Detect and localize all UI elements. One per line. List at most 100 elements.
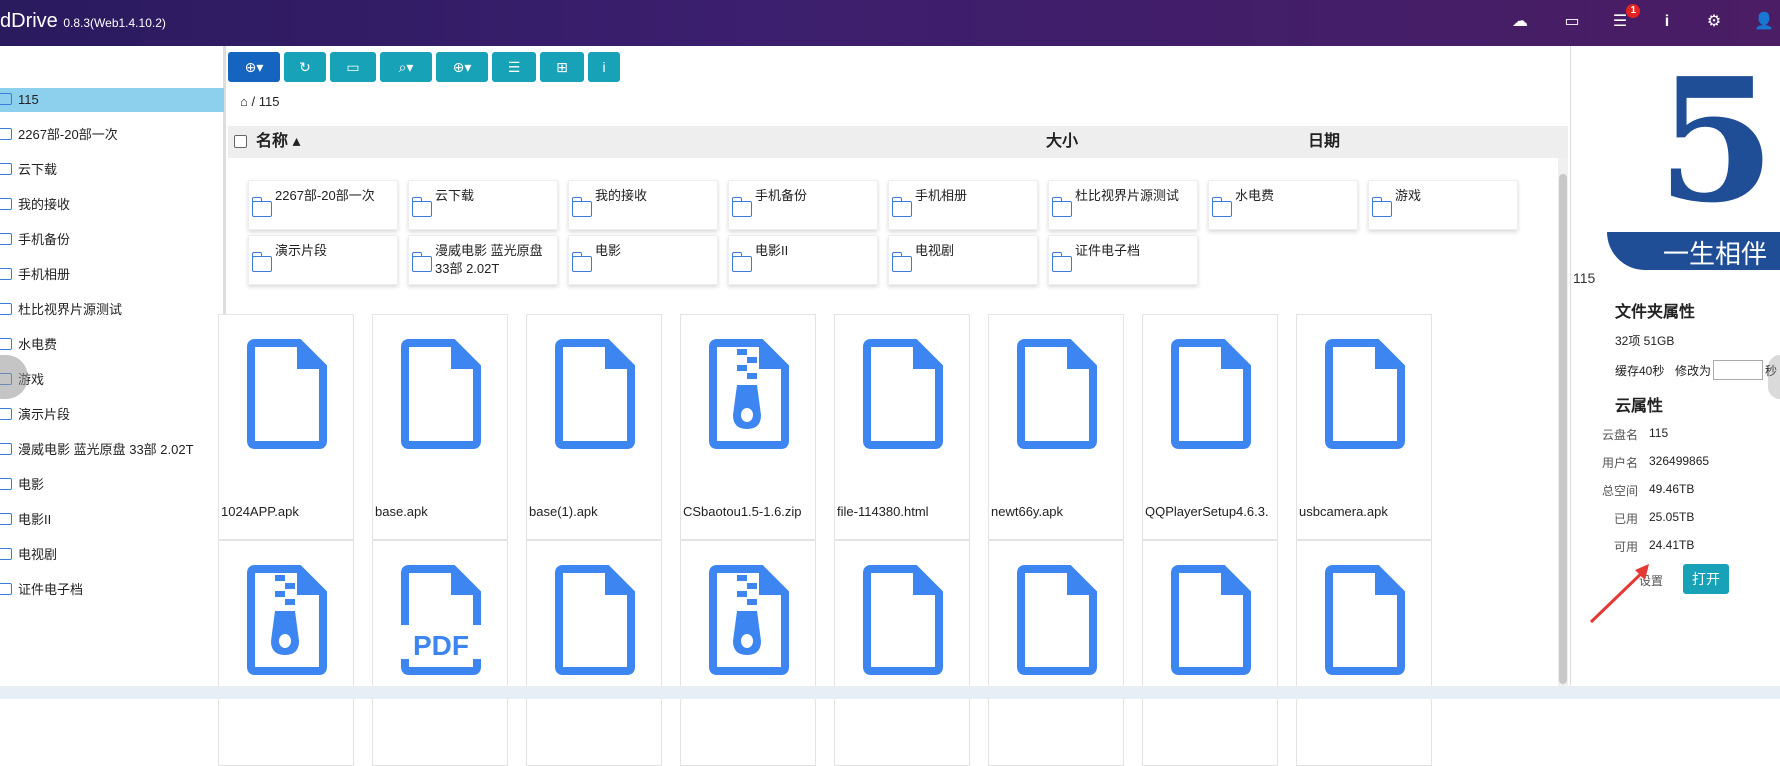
tree-item-label: 115 [18,92,39,107]
tree-item-label: 云下载 [18,162,58,177]
tree-item[interactable]: 证件电子档 [0,578,224,602]
file-card[interactable] [526,540,662,766]
prop-key: 云盘名 [1601,428,1638,442]
tree-item-label: 水电费 [18,337,58,352]
folder-icon [0,548,12,560]
tree-item[interactable]: 我的接收 [0,193,224,217]
refresh-button[interactable]: ↻ [284,52,326,82]
settings-gear-icon[interactable]: ⚙ [1702,10,1726,34]
tree-item-label: 2267部-20部一次 [18,127,118,142]
tree-item[interactable]: 115 [0,88,224,112]
prop-key: 用户名 [1601,456,1638,470]
file-card[interactable]: newt66y.apk [988,314,1124,540]
tree-item[interactable]: 演示片段 [0,403,224,427]
folder-name: 漫威电影 蓝光原盘 33部 2.02T [435,243,543,276]
file-card[interactable] [1296,540,1432,766]
info-icon[interactable]: i [1655,10,1679,34]
folder-card[interactable]: 手机相册 [888,180,1038,230]
folder-icon [252,252,272,272]
file-card[interactable]: 1024APP.apk [218,314,354,540]
name-column[interactable]: 名称 ▴ [256,126,301,158]
drive-logo: 5 一生相伴 [1607,46,1780,270]
folder-icon [252,197,272,217]
folder-card[interactable]: 游戏 [1368,180,1518,230]
folder-icon [0,303,12,315]
folder-card[interactable]: 演示片段 [248,235,398,285]
date-column[interactable]: 日期 [1308,126,1340,158]
app-brand[interactable]: dDrive 0.8.3(Web1.4.10.2) [0,10,166,33]
folder-card[interactable]: 手机备份 [728,180,878,230]
scrollbar-thumb[interactable] [1559,174,1567,684]
user-icon[interactable]: 👤 [1752,10,1776,34]
upload-cloud-icon[interactable]: ☁ [1508,10,1532,34]
file-card[interactable]: base(1).apk [526,314,662,540]
file-card[interactable]: PDF [372,540,508,766]
file-card[interactable] [680,540,816,766]
tree-item[interactable]: 手机相册 [0,263,224,287]
select-all-checkbox[interactable] [234,135,247,148]
tree-item[interactable]: 电影II [0,508,224,532]
tree-item[interactable]: 电视剧 [0,543,224,567]
home-icon[interactable]: ⌂ [240,94,248,109]
folder-name: 杜比视界片源测试 [1075,188,1180,203]
file-card[interactable]: base.apk [372,314,508,540]
file-card[interactable]: usbcamera.apk [1296,314,1432,540]
list-view-button[interactable]: ☰ [492,52,536,82]
file-name: QQPlayerSetup4.6.3. [1145,504,1269,519]
folder-card[interactable]: 证件电子档 [1048,235,1198,285]
tree-item[interactable]: 手机备份 [0,228,224,252]
right-scroll-handle[interactable] [1768,355,1780,399]
folder-card[interactable]: 电影II [728,235,878,285]
drive-id: 115 [1573,270,1596,286]
file-card[interactable] [834,540,970,766]
tree-view-button[interactable]: ⊞ [540,52,584,82]
folder-icon [732,252,752,272]
breadcrumb-current[interactable]: 115 [259,94,280,109]
tree-item[interactable]: 电影 [0,473,224,497]
cache-seconds-input[interactable] [1713,360,1763,380]
bottom-bar [0,686,1780,699]
info-button[interactable]: i [588,52,620,82]
file-card[interactable] [1142,540,1278,766]
file-card[interactable]: QQPlayerSetup4.6.3. [1142,314,1278,540]
folder-card[interactable]: 我的接收 [568,180,718,230]
zoom-button[interactable]: ⊕▾ [436,52,488,82]
folder-name: 云下载 [435,188,475,203]
folder-card[interactable]: 杜比视界片源测试 [1048,180,1198,230]
folder-card[interactable]: 电影 [568,235,718,285]
folder-card[interactable]: 2267部-20部一次 [248,180,398,230]
desktop-icon[interactable]: ▭ [1560,10,1584,34]
add-button[interactable]: ⊕▾ [228,52,280,82]
search-button[interactable]: ⌕▾ [380,52,432,82]
folder-card[interactable]: 漫威电影 蓝光原盘 33部 2.02T [408,235,558,285]
folder-icon [0,583,12,595]
tree-item[interactable]: 水电费 [0,333,224,357]
svg-text:PDF: PDF [413,630,469,661]
folder-icon [1052,252,1072,272]
folder-icon [412,252,432,272]
open-button[interactable]: 打开 [1683,564,1729,594]
tree-item[interactable]: 游戏 [0,368,224,392]
tree-item[interactable]: 云下载 [0,158,224,182]
desktop-view-button[interactable]: ▭ [330,52,376,82]
tasks-icon[interactable]: ☰ 1 [1608,4,1640,34]
folder-icon [892,252,912,272]
file-card[interactable] [988,540,1124,766]
file-card[interactable]: CSbaotou1.5-1.6.zip [680,314,816,540]
folder-card[interactable]: 水电费 [1208,180,1358,230]
prop-key: 总空间 [1601,484,1638,498]
folder-name: 电影II [755,243,789,258]
file-card[interactable] [218,540,354,766]
size-column[interactable]: 大小 [1046,126,1078,158]
folder-card[interactable]: 电视剧 [888,235,1038,285]
folder-card[interactable]: 云下载 [408,180,558,230]
tree-item[interactable]: 漫威电影 蓝光原盘 33部 2.02T [0,438,224,462]
tree-item[interactable]: 杜比视界片源测试 [0,298,224,322]
column-header: 名称 ▴ 大小 日期 [228,126,1568,158]
tree-item[interactable]: 2267部-20部一次 [0,123,224,147]
folder-icon [0,198,12,210]
file-name: usbcamera.apk [1299,504,1388,519]
folder-icon [572,197,592,217]
logo-text: 一生相伴 [1663,239,1768,269]
file-card[interactable]: file-114380.html [834,314,970,540]
